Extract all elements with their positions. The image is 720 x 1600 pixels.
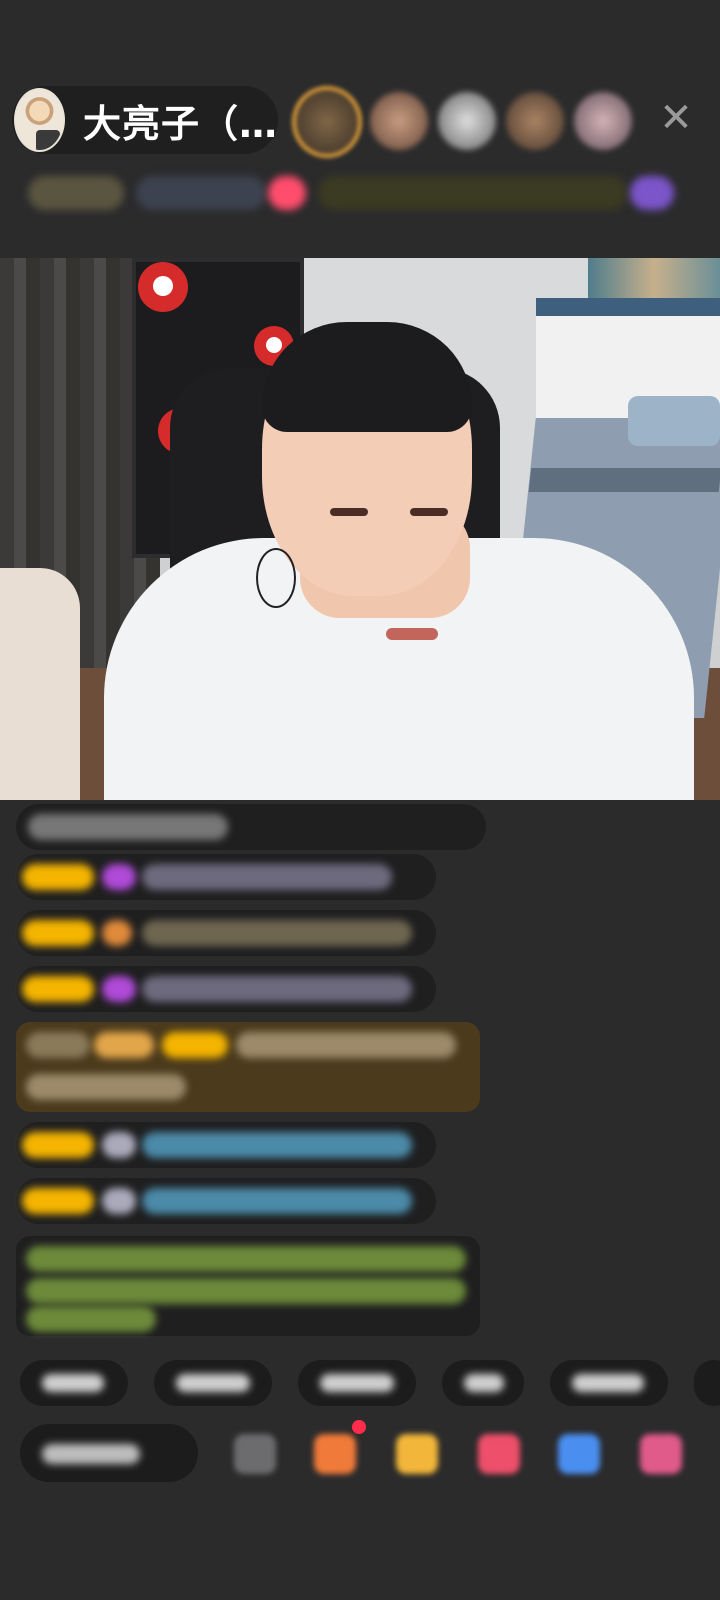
status-chip[interactable] bbox=[268, 176, 306, 210]
quick-reply-row bbox=[0, 1356, 720, 1410]
fan-badge-icon bbox=[102, 920, 132, 946]
chat-input[interactable] bbox=[20, 1424, 198, 1482]
gift-icon[interactable] bbox=[314, 1434, 356, 1474]
viewer-avatar[interactable] bbox=[438, 92, 496, 150]
shirt-print bbox=[300, 736, 500, 800]
chat-message bbox=[16, 966, 436, 1012]
chat-list[interactable] bbox=[0, 800, 720, 1340]
viewer-avatar[interactable] bbox=[292, 86, 362, 158]
status-chip[interactable] bbox=[630, 176, 674, 210]
host-name: 大亮子（… bbox=[82, 101, 278, 146]
streamer-eye bbox=[410, 508, 448, 516]
chat-message bbox=[16, 910, 436, 956]
streamer-mouth bbox=[386, 628, 438, 640]
heart-icon[interactable] bbox=[478, 1434, 520, 1474]
chat-message bbox=[16, 1122, 436, 1168]
system-welcome-message bbox=[16, 1236, 480, 1336]
status-chip-row bbox=[18, 168, 692, 218]
host-info-pill[interactable]: 大亮子（… bbox=[12, 86, 278, 154]
foreground-chair bbox=[0, 568, 80, 800]
status-chip[interactable] bbox=[28, 176, 124, 210]
notification-dot bbox=[352, 1420, 366, 1434]
game-icon[interactable] bbox=[558, 1434, 600, 1474]
chat-message bbox=[16, 1178, 436, 1224]
chat-message-highlighted bbox=[16, 1022, 480, 1112]
quick-reply-chip[interactable] bbox=[20, 1360, 128, 1406]
quick-reply-chip[interactable] bbox=[550, 1360, 668, 1406]
level-badge bbox=[162, 1032, 228, 1058]
host-avatar[interactable] bbox=[14, 88, 65, 152]
quick-reply-chip[interactable] bbox=[442, 1360, 524, 1406]
earphone bbox=[256, 548, 296, 608]
quick-reply-chip[interactable] bbox=[298, 1360, 416, 1406]
lucky-bag-icon[interactable] bbox=[396, 1434, 438, 1474]
level-badge bbox=[22, 1188, 94, 1214]
user-avatar bbox=[102, 1132, 136, 1158]
level-badge bbox=[22, 864, 94, 890]
streamer-eye bbox=[330, 508, 368, 516]
live-video[interactable] bbox=[0, 258, 720, 800]
viewer-avatar[interactable] bbox=[574, 92, 632, 150]
level-badge bbox=[22, 976, 94, 1002]
chat-message bbox=[16, 854, 436, 900]
viewer-avatar[interactable] bbox=[370, 92, 428, 150]
fan-badge-icon bbox=[102, 864, 136, 890]
bed-pillow bbox=[628, 396, 720, 446]
level-badge bbox=[22, 920, 94, 946]
quick-reply-chip[interactable] bbox=[154, 1360, 272, 1406]
fan-badge-icon bbox=[102, 976, 136, 1002]
bed-stripe bbox=[528, 468, 720, 492]
viewer-avatar[interactable] bbox=[506, 92, 564, 150]
user-avatar bbox=[102, 1188, 136, 1214]
chat-message bbox=[16, 804, 486, 850]
quick-reply-chip[interactable] bbox=[694, 1360, 720, 1406]
more-icon[interactable] bbox=[640, 1434, 682, 1474]
emoji-icon[interactable] bbox=[234, 1434, 276, 1474]
plush-toy bbox=[138, 262, 188, 312]
level-badge bbox=[22, 1132, 94, 1158]
status-chip[interactable] bbox=[136, 176, 266, 210]
wall-poster bbox=[588, 258, 720, 298]
close-icon[interactable]: ✕ bbox=[656, 98, 696, 138]
status-chip[interactable] bbox=[318, 176, 628, 210]
